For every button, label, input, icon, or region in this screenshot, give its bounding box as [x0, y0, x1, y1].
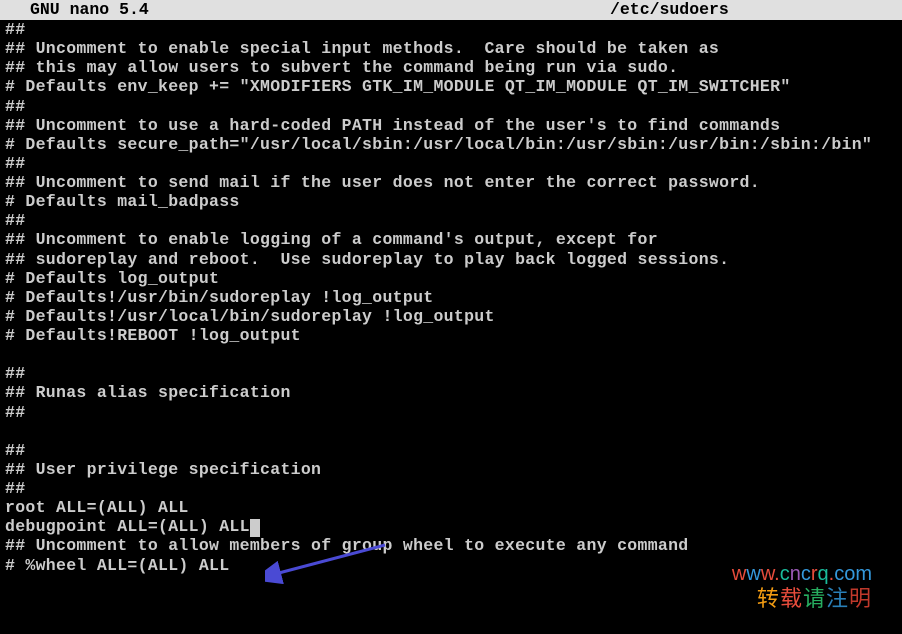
editor-line: ## [5, 211, 897, 230]
editor-area[interactable]: #### Uncomment to enable special input m… [0, 20, 902, 575]
editor-line: # Defaults!/usr/bin/sudoreplay !log_outp… [5, 288, 897, 307]
editor-line: ## Uncomment to enable logging of a comm… [5, 230, 897, 249]
editor-line: ## Uncomment to send mail if the user do… [5, 173, 897, 192]
cursor [250, 519, 260, 537]
editor-line [5, 345, 897, 364]
editor-line: ## sudoreplay and reboot. Use sudoreplay… [5, 250, 897, 269]
editor-line: # Defaults log_output [5, 269, 897, 288]
editor-line: ## Uncomment to use a hard-coded PATH in… [5, 116, 897, 135]
editor-line: ## Runas alias specification [5, 383, 897, 402]
editor-line: ## [5, 441, 897, 460]
editor-line: debugpoint ALL=(ALL) ALL [5, 517, 897, 536]
editor-line: ## [5, 20, 897, 39]
watermark-cn: 转载请注明 [757, 586, 872, 612]
editor-line: ## this may allow users to subvert the c… [5, 58, 897, 77]
editor-line: ## [5, 154, 897, 173]
file-path: /etc/sudoers [610, 0, 729, 19]
editor-line: # Defaults!REBOOT !log_output [5, 326, 897, 345]
editor-line: root ALL=(ALL) ALL [5, 498, 897, 517]
editor-line: ## Uncomment to enable special input met… [5, 39, 897, 58]
app-name: GNU nano 5.4 [30, 0, 149, 19]
titlebar: GNU nano 5.4 /etc/sudoers [0, 0, 902, 20]
editor-line: # Defaults env_keep += "XMODIFIERS GTK_I… [5, 77, 897, 96]
watermark-url: www.cncrq.com [732, 563, 872, 586]
editor-line [5, 422, 897, 441]
editor-line: ## [5, 403, 897, 422]
editor-line: ## [5, 364, 897, 383]
editor-line: ## [5, 97, 897, 116]
editor-line: # Defaults secure_path="/usr/local/sbin:… [5, 135, 897, 154]
editor-line: # Defaults!/usr/local/bin/sudoreplay !lo… [5, 307, 897, 326]
editor-line: ## [5, 479, 897, 498]
editor-line: # Defaults mail_badpass [5, 192, 897, 211]
editor-line: ## User privilege specification [5, 460, 897, 479]
editor-line: ## Uncomment to allow members of group w… [5, 536, 897, 555]
